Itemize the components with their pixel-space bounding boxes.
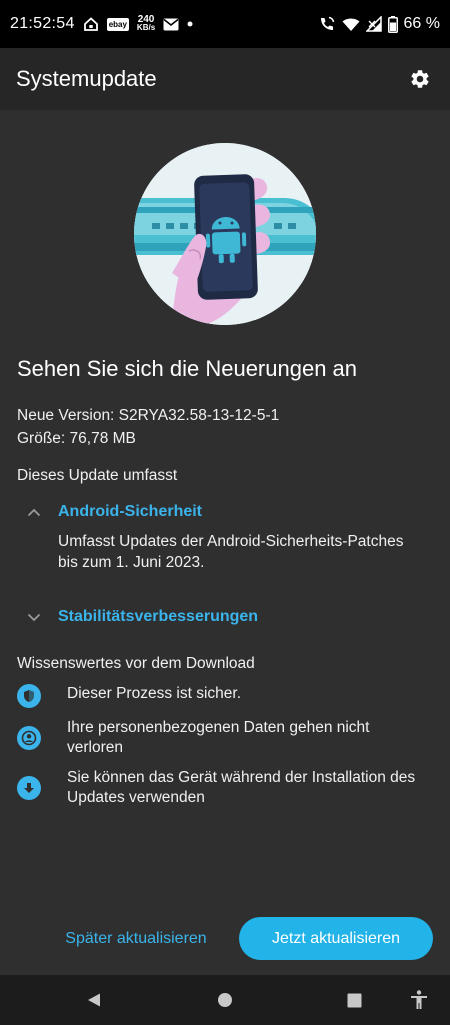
ebay-label: ebay — [106, 17, 129, 31]
includes-title: Dieses Update umfasst — [17, 467, 178, 484]
accessibility-icon — [411, 990, 427, 1009]
accessibility-button[interactable] — [406, 987, 432, 1013]
wifi-icon — [342, 15, 360, 33]
update-now-button[interactable]: Jetzt aktualisieren — [239, 917, 433, 960]
update-illustration — [134, 143, 316, 325]
section-label: Stabilitätsverbesserungen — [58, 608, 259, 625]
mail-icon — [163, 15, 179, 33]
home-button[interactable] — [212, 987, 238, 1013]
wifi-calling-icon — [318, 15, 336, 33]
signal-icon — [365, 15, 382, 33]
section-body: Umfasst Updates der Android-Sicherheits-… — [58, 533, 404, 571]
status-time: 21:52:54 — [10, 15, 75, 32]
recents-square-icon — [347, 993, 361, 1007]
navigation-bar — [0, 975, 450, 1025]
headline: Sehen Sie sich die Neuerungen an — [17, 356, 358, 381]
section-label: Android-Sicherheit — [58, 503, 203, 520]
back-triangle-icon — [88, 993, 100, 1007]
net-speed: 240 KB/s — [137, 15, 155, 33]
feature-text: Dieser Prozess ist sicher. — [67, 685, 241, 702]
app-bar: Systemupdate — [0, 48, 450, 110]
feature-item: Sie können das Gerät während der Install… — [17, 768, 437, 808]
ebay-icon: ebay — [106, 15, 129, 33]
size-line: Größe: 76,78 MB — [17, 430, 136, 447]
gear-icon — [411, 70, 429, 88]
section-stability[interactable]: Stabilitätsverbesserungen — [24, 608, 258, 626]
settings-button[interactable] — [406, 65, 434, 93]
battery-icon — [387, 15, 398, 33]
feature-item: Ihre personenbezogenen Daten gehen nicht… — [17, 718, 437, 758]
feature-text: Ihre personenbezogenen Daten gehen nicht… — [67, 719, 370, 756]
home-circle-icon — [218, 993, 232, 1007]
version-line: Neue Version: S2RYA32.58-13-12-5-1 — [17, 407, 280, 424]
net-speed-unit: KB/s — [136, 23, 156, 32]
feature-text: Sie können das Gerät während der Install… — [67, 769, 416, 806]
recents-button[interactable] — [341, 987, 367, 1013]
download-arrow-icon — [17, 776, 41, 800]
home-icon — [83, 15, 99, 33]
info-title: Wissenswertes vor dem Download — [17, 655, 255, 672]
notification-dot-icon — [187, 15, 193, 33]
chevron-down-icon — [24, 613, 44, 622]
person-icon — [17, 726, 41, 750]
feature-item: Dieser Prozess ist sicher. — [17, 684, 437, 708]
battery-percent: 66 % — [403, 15, 440, 32]
section-android-security[interactable]: Android-Sicherheit — [24, 503, 202, 521]
back-button[interactable] — [81, 987, 107, 1013]
chevron-up-icon — [24, 508, 44, 517]
status-bar: 21:52:54 ebay 240 KB/s 66 % — [0, 0, 450, 48]
page-title: Systemupdate — [16, 66, 157, 91]
update-later-button[interactable]: Später aktualisieren — [50, 918, 222, 960]
version-info: Neue Version: S2RYA32.58-13-12-5-1 Größe… — [17, 404, 279, 450]
shield-icon — [17, 684, 41, 708]
